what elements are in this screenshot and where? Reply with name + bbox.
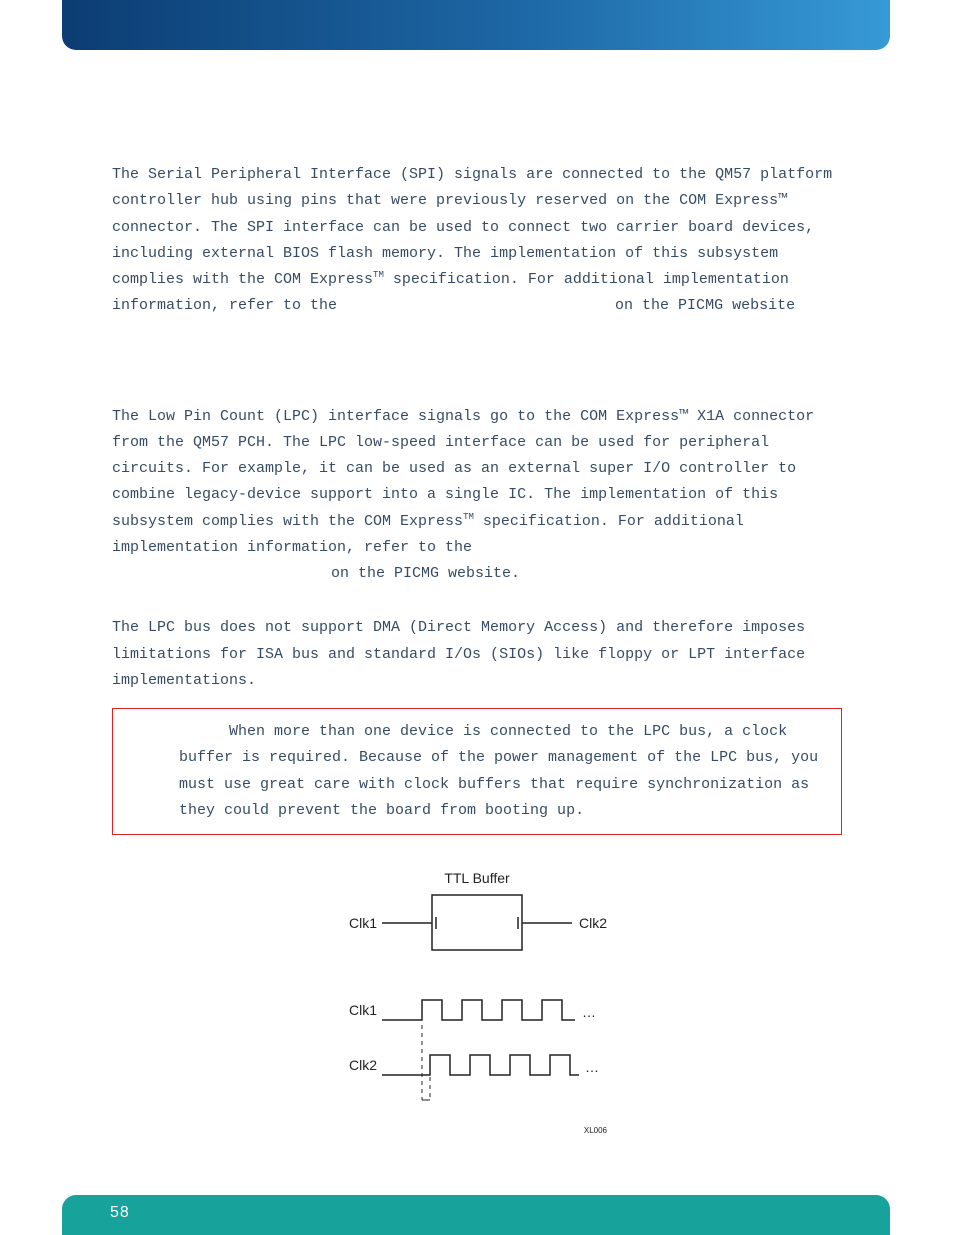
figure-clock-buffer: TTL Buffer Clk1 Clk2 Clk1 … Clk2 … [112, 865, 842, 1155]
buffer-rect [432, 895, 522, 950]
bottom-banner: 58 [62, 1195, 890, 1235]
note-box: When more than one device is connected t… [112, 708, 842, 835]
ttl-buffer-label: TTL Buffer [444, 870, 510, 886]
lpc-text-c: on the PICMG website. [322, 565, 520, 582]
clk2-label-top: Clk2 [579, 915, 607, 931]
spi-text-a: The Serial Peripheral Interface (SPI) si… [112, 166, 832, 288]
page-content: The Serial Peripheral Interface (SPI) si… [112, 162, 842, 1155]
tm-superscript: TM [463, 512, 474, 522]
clk2-waveform [382, 1055, 579, 1075]
spi-text-c: on the PICMG website [606, 297, 795, 314]
dots-2: … [585, 1059, 599, 1075]
clk1-waveform [382, 1000, 575, 1020]
lpc-paragraph-1: The Low Pin Count (LPC) interface signal… [112, 404, 842, 588]
tm-superscript: TM [373, 270, 384, 280]
clock-diagram-svg: TTL Buffer Clk1 Clk2 Clk1 … Clk2 … [327, 865, 627, 1155]
spi-paragraph: The Serial Peripheral Interface (SPI) si… [112, 162, 842, 320]
clk1-label-wave: Clk1 [349, 1002, 377, 1018]
figure-code: XL006 [584, 1126, 608, 1135]
clk2-label-wave: Clk2 [349, 1057, 377, 1073]
dots-1: … [582, 1004, 596, 1020]
page-number: 58 [110, 1199, 130, 1227]
top-banner [62, 0, 890, 50]
clk1-label-top: Clk1 [349, 915, 377, 931]
lpc-paragraph-2: The LPC bus does not support DMA (Direct… [112, 615, 842, 694]
note-text: When more than one device is connected t… [179, 723, 818, 819]
